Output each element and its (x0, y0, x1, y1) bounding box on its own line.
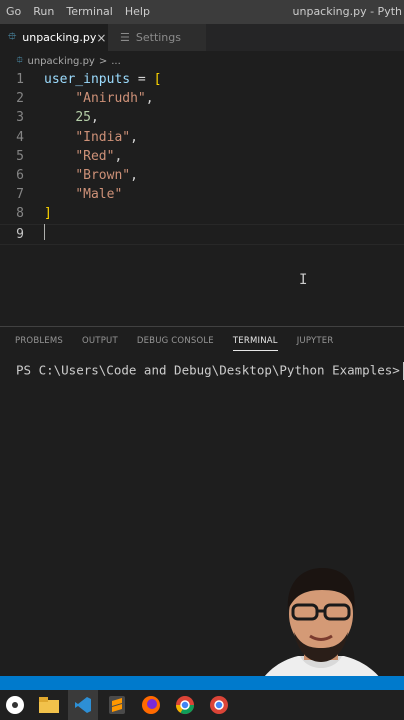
menu-bar: Go Run Terminal Help unpacking.py - Pyth (0, 0, 404, 24)
terminal-output[interactable]: PS C:\Users\Code and Debug\Desktop\Pytho… (16, 362, 404, 380)
panel-tab-bar: PROBLEMS OUTPUT DEBUG CONSOLE TERMINAL J… (0, 327, 404, 355)
code-text: 25, (44, 110, 99, 126)
window-title: unpacking.py - Pyth (292, 5, 402, 18)
python-file-icon: ⯐ (8, 30, 17, 43)
code-text: "Anirudh", (44, 91, 154, 107)
menu-go[interactable]: Go (0, 0, 27, 24)
code-text: "Brown", (44, 168, 138, 183)
code-token: "Red" (75, 148, 115, 164)
chrome-icon[interactable] (170, 690, 200, 720)
editor-tab-bar: ⯐ unpacking.py × ☰ Settings (0, 24, 404, 51)
code-token: , (90, 110, 99, 126)
code-token: , (114, 148, 123, 164)
firefox-icon[interactable] (136, 690, 166, 720)
tab-problems[interactable]: PROBLEMS (15, 327, 63, 355)
line-number: 3 (16, 110, 24, 126)
code-line[interactable]: 1 user_inputs = [ (0, 70, 404, 89)
code-token: [ (153, 72, 162, 87)
chrome-icon-2[interactable] (204, 690, 234, 720)
line-number: 6 (16, 168, 24, 183)
breadcrumb-separator: > (98, 55, 108, 67)
code-token: user_inputs (44, 72, 131, 87)
settings-icon: ☰ (120, 31, 130, 44)
code-text: "India", (44, 130, 138, 145)
line-number: 8 (16, 206, 24, 222)
code-token: "Male" (75, 187, 123, 203)
code-token: 25 (75, 110, 91, 126)
code-token: "Anirudh" (75, 91, 146, 107)
tab-jupyter[interactable]: JUPYTER (297, 327, 334, 355)
menu-run[interactable]: Run (27, 0, 60, 24)
code-line[interactable]: 4 "India", (0, 128, 404, 147)
python-file-icon: ⯐ (16, 54, 24, 66)
line-number: 7 (16, 187, 24, 203)
code-text (44, 224, 45, 244)
code-text: "Red", (44, 149, 122, 164)
code-text: ] (44, 206, 52, 221)
code-token: , (130, 129, 138, 145)
soccer-app-icon[interactable] (0, 690, 30, 720)
code-token: ] (44, 206, 52, 222)
menu-terminal[interactable]: Terminal (60, 0, 119, 24)
code-token: , (145, 91, 154, 107)
vscode-icon[interactable] (68, 690, 98, 720)
code-token: , (130, 168, 138, 183)
status-bar (0, 676, 404, 690)
code-line[interactable]: 7 "Male" (0, 185, 404, 204)
code-token: = (130, 72, 154, 87)
tab-output[interactable]: OUTPUT (82, 327, 118, 355)
tab-label: Settings (135, 31, 181, 44)
tab-unpacking-py[interactable]: ⯐ unpacking.py × (0, 24, 108, 51)
code-line[interactable]: 6 "Brown", (0, 166, 404, 185)
code-line[interactable]: 2 "Anirudh", (0, 89, 404, 108)
tab-debug-console[interactable]: DEBUG CONSOLE (137, 327, 214, 355)
breadcrumb-more[interactable]: ... (111, 56, 121, 67)
tab-settings[interactable]: ☰ Settings (108, 24, 206, 51)
code-line[interactable]: 3 25, (0, 108, 404, 127)
text-caret (44, 224, 45, 241)
menu-help[interactable]: Help (119, 0, 156, 24)
code-line[interactable]: 9 (0, 223, 404, 245)
tab-label: unpacking.py (22, 31, 97, 44)
terminal-prompt: PS C:\Users\Code and Debug\Desktop\Pytho… (16, 362, 400, 378)
breadcrumb-file[interactable]: unpacking.py (28, 56, 95, 67)
tab-terminal[interactable]: TERMINAL (232, 327, 278, 355)
line-number: 9 (16, 226, 24, 242)
close-icon[interactable]: × (96, 31, 106, 45)
text-cursor-icon: I (299, 272, 308, 288)
code-token: "Brown" (75, 168, 131, 183)
sublime-text-icon[interactable] (102, 690, 132, 720)
line-number: 5 (16, 148, 24, 164)
line-number: 1 (16, 72, 24, 87)
code-text: user_inputs = [ (44, 72, 161, 87)
line-number: 2 (16, 91, 24, 107)
code-token: "India" (75, 129, 131, 145)
taskbar (0, 690, 404, 720)
code-editor[interactable]: 1 user_inputs = [2 "Anirudh", 3 25, 4 "Indi… (0, 70, 404, 326)
code-text: "Male" (44, 187, 122, 202)
code-line[interactable]: 8] (0, 204, 404, 223)
line-number: 4 (16, 129, 24, 145)
file-explorer-icon[interactable] (34, 690, 64, 720)
breadcrumb: ⯐ unpacking.py > ... (0, 52, 404, 70)
code-line[interactable]: 5 "Red", (0, 147, 404, 166)
